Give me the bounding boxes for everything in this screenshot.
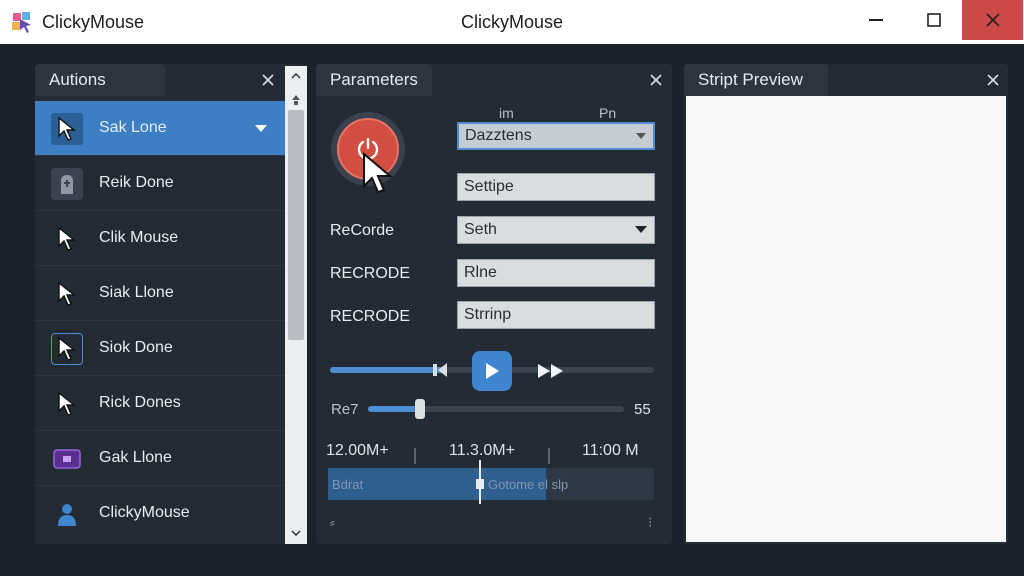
action-item[interactable]: Sak Lone: [35, 101, 285, 156]
param-label: ReCorde: [330, 222, 395, 239]
timeline-tick: [548, 448, 550, 464]
play-button[interactable]: [472, 351, 512, 391]
timeline-foot-right[interactable]: ⁝: [648, 514, 652, 531]
cursor-icon: [363, 152, 393, 194]
action-item[interactable]: Clik Mouse: [35, 211, 285, 266]
action-label: ClickyMouse: [99, 504, 190, 521]
minimize-button[interactable]: [845, 0, 906, 40]
scroll-up-button[interactable]: [285, 66, 307, 86]
speed-knob[interactable]: [415, 399, 425, 419]
timeline-track[interactable]: Bdrat Gotome el slp: [328, 468, 654, 500]
minimize-icon: [868, 19, 883, 21]
action-label: Sak Lone: [99, 119, 167, 136]
script-preview-tab[interactable]: Stript Preview: [684, 64, 828, 96]
param-value: Seth: [464, 221, 497, 238]
script-preview-close-button[interactable]: [984, 71, 1002, 89]
chevron-down-icon: [636, 133, 646, 139]
param-input-2[interactable]: Settipe: [457, 173, 655, 201]
close-icon: [650, 74, 662, 86]
column-header: Pn: [599, 105, 617, 121]
scroll-thumb[interactable]: [288, 110, 304, 340]
param-label: RECRODE: [330, 308, 411, 325]
action-label: Siak Llone: [99, 284, 174, 301]
maximize-button[interactable]: [903, 0, 964, 40]
cursor-icon: [51, 278, 83, 310]
timeline-clip-label: Gotome el slp: [488, 477, 569, 492]
timeline-time: 11.3.0M+: [449, 442, 515, 459]
actions-panel-tab[interactable]: Autions: [35, 64, 165, 96]
action-item[interactable]: Gak Llone: [35, 431, 285, 486]
title-bar: ClickyMouse ClickyMouse: [0, 0, 1024, 44]
scroll-mini-icon: [285, 92, 307, 108]
param-input-5[interactable]: Strrinp: [457, 301, 655, 329]
close-icon: [987, 74, 999, 86]
script-preview-panel: Stript Preview: [684, 64, 1008, 544]
timeline-time: 11:00 M: [582, 442, 639, 459]
param-input-4[interactable]: Rlne: [457, 259, 655, 287]
action-label: Reik Done: [99, 174, 174, 191]
param-select-3[interactable]: Seth: [457, 216, 655, 244]
actions-scrollbar[interactable]: [285, 66, 307, 544]
action-item[interactable]: Rick Dones: [35, 376, 285, 431]
fast-forward-button[interactable]: [536, 362, 566, 380]
speed-slider[interactable]: [368, 406, 624, 412]
speed-value: 55: [634, 401, 651, 418]
person-icon: [51, 498, 83, 530]
action-label: Clik Mouse: [99, 229, 179, 246]
cursor-icon: [51, 113, 83, 145]
chevron-down-icon: [291, 530, 301, 536]
parameters-panel-close-button[interactable]: [647, 71, 665, 89]
app-name: ClickyMouse: [42, 12, 145, 32]
parameters-panel: Parameters im Pn Dazztens Settipe ReCord…: [316, 64, 672, 544]
speed-label: Re7: [331, 401, 359, 418]
playhead-handle[interactable]: [476, 479, 484, 489]
chevron-down-icon[interactable]: [255, 125, 267, 133]
action-label: Rick Dones: [99, 394, 181, 411]
action-item[interactable]: Siak Llone: [35, 266, 285, 321]
cursor-box-icon: [51, 333, 83, 365]
window-title: ClickyMouse: [460, 12, 564, 32]
param-select-1[interactable]: Dazztens: [457, 122, 655, 150]
transport-progress: [330, 367, 447, 373]
close-icon: [985, 13, 1000, 27]
timeline-clip-label: Bdrat: [332, 477, 364, 492]
action-label: Siok Done: [99, 339, 173, 356]
app-logo-icon: [12, 12, 31, 33]
chevron-up-icon: [291, 73, 301, 79]
cursor-icon: [51, 223, 83, 255]
timeline-foot-left: ⸗: [330, 514, 335, 530]
cursor-icon: [51, 388, 83, 420]
purple-box-icon: [51, 443, 83, 475]
parameters-panel-tab[interactable]: Parameters: [316, 64, 432, 96]
chevron-down-icon: [635, 226, 647, 233]
action-item[interactable]: Siok Done: [35, 321, 285, 376]
actions-panel: Autions Sak Lone Reik Done Clik Mouse Si…: [35, 64, 307, 544]
transport-knob[interactable]: [432, 360, 450, 380]
column-header: im: [499, 105, 514, 121]
tombstone-icon: [51, 168, 83, 200]
close-button[interactable]: [962, 0, 1023, 40]
param-value: Strrinp: [464, 306, 512, 323]
play-icon: [486, 363, 499, 379]
param-value: Dazztens: [465, 127, 532, 144]
action-label: Gak Llone: [99, 449, 172, 466]
maximize-icon: [926, 13, 941, 27]
timeline-time: 12.00M+: [326, 442, 389, 459]
scroll-down-button[interactable]: [285, 522, 307, 544]
param-label: RECRODE: [330, 265, 411, 282]
param-value: Settipe: [464, 178, 514, 195]
param-value: Rlne: [464, 264, 497, 281]
script-preview-canvas[interactable]: [686, 96, 1006, 542]
action-item[interactable]: ClickyMouse: [35, 486, 285, 541]
close-icon: [262, 74, 274, 86]
actions-panel-close-button[interactable]: [259, 71, 277, 89]
action-item[interactable]: Reik Done: [35, 156, 285, 211]
timeline-tick: [414, 448, 416, 464]
fast-forward-icon: [538, 364, 563, 378]
